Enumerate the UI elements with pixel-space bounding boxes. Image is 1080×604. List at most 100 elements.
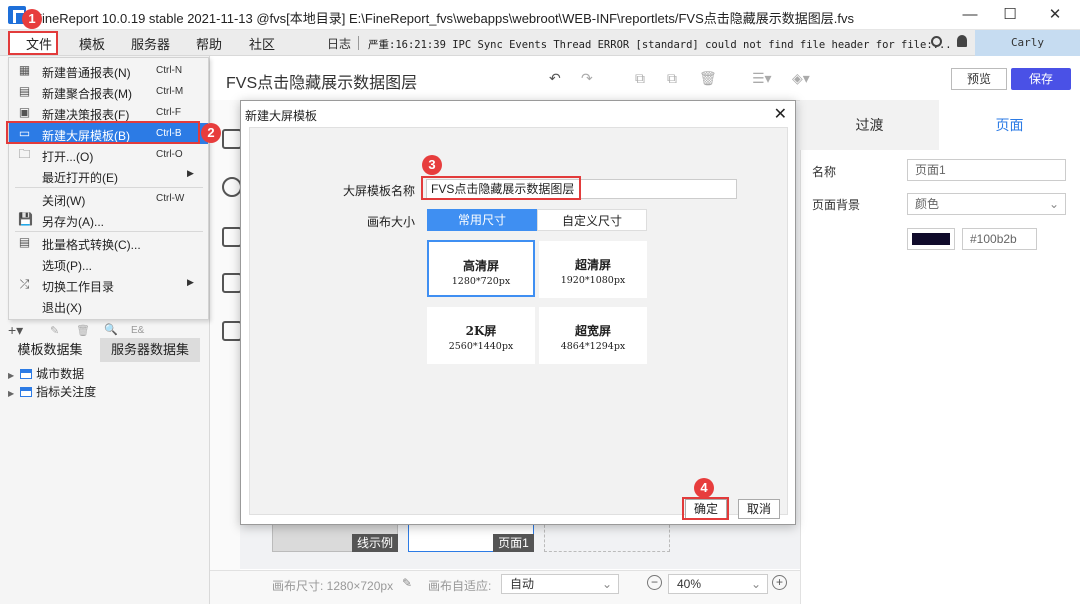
canvas-size-text: 画布尺寸: 1280×720px	[272, 579, 394, 593]
menu-item-label: 打开...(O)	[42, 150, 94, 164]
menu-close[interactable]: 关闭(W) Ctrl-W	[9, 188, 208, 209]
adapt-select[interactable]: 自动 ⌄	[501, 574, 619, 594]
cube-icon[interactable]	[222, 129, 242, 149]
menu-item-label: 新建普通报表(N)	[42, 66, 131, 80]
preview-button[interactable]: 预览	[951, 68, 1007, 90]
menu-file[interactable]: 文件	[26, 34, 52, 53]
widget-toolstrip	[210, 100, 240, 600]
menu-item-shortcut: Ctrl-O	[156, 149, 183, 160]
chevron-down-icon: ⌄	[750, 577, 761, 591]
text-widget-icon[interactable]	[222, 227, 242, 247]
close-window-button[interactable]: ✕	[1043, 6, 1067, 24]
menu-open[interactable]: 🗀 打开...(O) Ctrl-O	[9, 144, 208, 165]
preset-name: 超清屏	[574, 258, 611, 272]
minimize-button[interactable]: —	[958, 6, 982, 24]
tab-page[interactable]: 页面	[939, 100, 1080, 150]
video-icon[interactable]	[222, 273, 242, 293]
image-widget-icon[interactable]	[222, 321, 242, 341]
preset-ultrawide[interactable]: 超宽屏 4864*1294px	[539, 307, 647, 364]
menu-help[interactable]: 帮助	[196, 34, 222, 53]
page-bg-select[interactable]: 颜色 ⌄	[907, 193, 1066, 215]
convert-icon: ▤	[18, 235, 31, 249]
expand-icon[interactable]: ▶	[8, 371, 14, 380]
expand-icon[interactable]: ▶	[8, 389, 14, 398]
step-badge-1: 1	[22, 9, 42, 29]
tab-transition[interactable]: 过渡	[800, 100, 939, 150]
undo-icon[interactable]: ↶	[549, 70, 561, 87]
menu-template[interactable]: 模板	[79, 34, 105, 53]
page-name-input[interactable]: 页面1	[907, 159, 1066, 181]
page-bg-value: 颜色	[915, 197, 940, 211]
preview-label: 预览	[966, 72, 991, 86]
preset-2k[interactable]: 2K屏 2560*1440px	[427, 307, 535, 364]
edit-icon[interactable]: ✎	[50, 324, 59, 337]
menu-save-as[interactable]: 💾 另存为(A)...	[9, 209, 208, 230]
new-dashboard-highlight	[6, 121, 200, 144]
dialog-close-icon[interactable]: ✕	[774, 104, 787, 124]
menu-item-label: 新建聚合报表(M)	[42, 87, 132, 101]
preset-fhd[interactable]: 超清屏 1920*1080px	[539, 241, 647, 298]
user-name[interactable]: Carly	[975, 30, 1080, 56]
add-dataset-icon[interactable]: +▾	[8, 322, 23, 339]
menu-new-aggregate-report[interactable]: ▤ 新建聚合报表(M) Ctrl-M	[9, 81, 208, 102]
zoom-value: 40%	[677, 577, 702, 591]
tree-item-label: 城市数据	[36, 367, 85, 381]
menu-exit[interactable]: 退出(X)	[9, 295, 208, 316]
delete-icon[interactable]: 🗑	[76, 324, 90, 337]
submenu-arrow-icon: ▶	[187, 168, 194, 178]
layer-order-icon[interactable]: ◈▾	[792, 70, 810, 87]
edit-size-icon[interactable]: ✎	[402, 576, 412, 590]
search-dataset-icon[interactable]: 🔍	[104, 323, 118, 336]
menu-item-label: 最近打开的(E)	[42, 171, 118, 185]
grid-icon: ▦	[18, 63, 31, 77]
preset-name: 高清屏	[462, 259, 499, 273]
menu-server[interactable]: 服务器	[131, 34, 170, 53]
tab-custom-size[interactable]: 自定义尺寸	[537, 209, 647, 231]
menu-switch-workdir[interactable]: ⤮ 切换工作目录 ▶	[9, 274, 208, 295]
preset-name: 2K屏	[465, 324, 497, 338]
zoom-select[interactable]: 40% ⌄	[668, 574, 768, 594]
delete-widget-icon[interactable]: 🗑	[699, 70, 717, 87]
preset-dimension: 4864*1294px	[560, 341, 626, 352]
step-badge-2: 2	[201, 123, 221, 143]
menu-item-shortcut: Ctrl-F	[156, 107, 181, 118]
menu-batch-convert[interactable]: ▤ 批量格式转换(C)...	[9, 232, 208, 253]
switch-icon: ⤮	[19, 277, 30, 291]
zoom-in-icon[interactable]: +	[772, 575, 787, 590]
window-title: FineReport 10.0.19 stable 2021-11-13 @fv…	[34, 11, 854, 26]
paste-icon[interactable]: ⧉	[667, 70, 677, 87]
submenu-arrow-icon: ▶	[187, 277, 194, 287]
tab-template-dataset[interactable]: 模板数据集	[0, 338, 100, 362]
bell-icon[interactable]	[957, 35, 967, 47]
menu-item-label: 选项(P)...	[42, 259, 92, 273]
align-icon[interactable]: ☰▾	[752, 70, 772, 87]
tree-item-indicator[interactable]: ▶ 指标关注度	[8, 383, 96, 400]
redo-icon[interactable]: ↷	[581, 70, 593, 87]
menu-community[interactable]: 社区	[249, 34, 275, 53]
save-button[interactable]: 保存	[1011, 68, 1071, 90]
maximize-button[interactable]: ☐	[998, 6, 1022, 24]
tab-server-dataset[interactable]: 服务器数据集	[100, 338, 200, 362]
search-icon[interactable]	[931, 36, 942, 47]
preset-dimension: 2560*1440px	[448, 341, 514, 352]
tab-common-size[interactable]: 常用尺寸	[427, 209, 537, 231]
cell-element-icon[interactable]: E&	[131, 325, 144, 336]
preset-hd[interactable]: 高清屏 1280*720px	[427, 240, 535, 297]
menu-new-decision-report[interactable]: ▣ 新建决策报表(F) Ctrl-F	[9, 102, 208, 123]
copy-icon[interactable]: ⧉	[635, 70, 645, 87]
log-message: 严重:16:21:39 IPC Sync Events Thread ERROR…	[368, 39, 952, 51]
confirm-highlight	[682, 497, 729, 520]
cancel-button[interactable]: 取消	[738, 499, 780, 519]
menu-new-normal-report[interactable]: ▦ 新建普通报表(N) Ctrl-N	[9, 60, 208, 81]
menu-options[interactable]: 选项(P)...	[9, 253, 208, 274]
table-icon	[20, 387, 33, 397]
chart-pie-icon[interactable]	[222, 177, 242, 197]
log-label[interactable]: 日志	[327, 35, 351, 52]
color-hex-input[interactable]: #100b2b	[962, 228, 1037, 250]
preset-name: 超宽屏	[574, 324, 611, 338]
zoom-out-icon[interactable]: −	[647, 575, 662, 590]
document-title: FVS点击隐藏展示数据图层	[226, 75, 418, 92]
tree-item-city-data[interactable]: ▶ 城市数据	[8, 365, 84, 382]
menu-item-shortcut: Ctrl-W	[156, 193, 185, 204]
menu-recent[interactable]: 最近打开的(E) ▶	[9, 165, 208, 186]
